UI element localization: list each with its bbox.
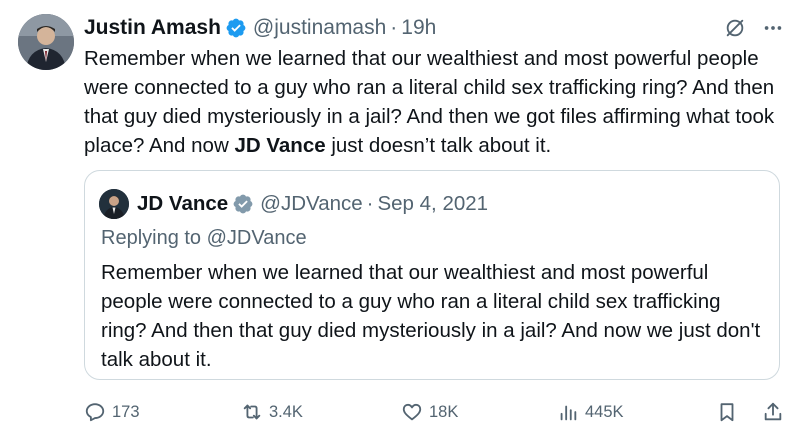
reply-icon bbox=[84, 401, 112, 423]
like-count: 18K bbox=[429, 402, 459, 421]
tweet-text: Remember when we learned that our wealth… bbox=[84, 44, 784, 160]
tweet: Justin Amash @justinamash · 19h Remember… bbox=[0, 0, 800, 442]
replying-to-label: Replying to bbox=[101, 227, 202, 249]
tweet-actions: 173 3.4K 18K 445K bbox=[84, 398, 784, 426]
quoted-author-handle[interactable]: @JDVance bbox=[260, 192, 362, 216]
views-icon bbox=[557, 401, 585, 423]
view-count: 445K bbox=[585, 402, 624, 421]
reply-count: 173 bbox=[112, 402, 140, 421]
like-button[interactable]: 18K bbox=[401, 401, 557, 423]
tweet-text-part: just doesn’t talk about it. bbox=[325, 134, 552, 157]
author-avatar[interactable] bbox=[18, 14, 74, 70]
tweet-time[interactable]: 19h bbox=[401, 16, 436, 40]
bookmark-icon[interactable] bbox=[716, 401, 738, 423]
tweet-header: Justin Amash @justinamash · 19h bbox=[84, 14, 784, 42]
reply-button[interactable]: 173 bbox=[84, 401, 241, 423]
replying-to: Replying to @JDVance bbox=[101, 227, 307, 250]
separator-dot: · bbox=[390, 16, 398, 39]
quoted-tweet-header: JD Vance @JDVance · Sep 4, 2021 bbox=[99, 189, 488, 219]
views-button[interactable]: 445K bbox=[557, 401, 707, 423]
heart-icon bbox=[401, 401, 429, 423]
header-actions bbox=[724, 17, 784, 39]
verified-badge-icon[interactable] bbox=[225, 17, 247, 39]
quoted-tweet[interactable]: JD Vance @JDVance · Sep 4, 2021 Replying… bbox=[84, 170, 780, 380]
verified-badge-icon[interactable] bbox=[232, 193, 254, 215]
quoted-author-avatar[interactable] bbox=[99, 189, 129, 219]
quoted-author-name[interactable]: JD Vance bbox=[137, 192, 228, 216]
repost-button[interactable]: 3.4K bbox=[241, 401, 401, 423]
repost-icon bbox=[241, 401, 269, 423]
secondary-actions bbox=[716, 401, 784, 423]
tweet-mention: JD Vance bbox=[234, 134, 326, 157]
author-name[interactable]: Justin Amash bbox=[84, 16, 221, 40]
replying-to-handle[interactable]: @JDVance bbox=[207, 227, 307, 249]
quoted-tweet-date[interactable]: Sep 4, 2021 bbox=[377, 192, 488, 216]
separator-dot: · bbox=[366, 192, 374, 215]
more-icon[interactable] bbox=[762, 17, 784, 39]
quoted-tweet-text: Remember when we learned that our wealth… bbox=[101, 261, 761, 371]
author-handle[interactable]: @justinamash bbox=[253, 16, 386, 40]
share-icon[interactable] bbox=[762, 401, 784, 423]
grok-icon[interactable] bbox=[724, 17, 746, 39]
repost-count: 3.4K bbox=[269, 402, 303, 421]
